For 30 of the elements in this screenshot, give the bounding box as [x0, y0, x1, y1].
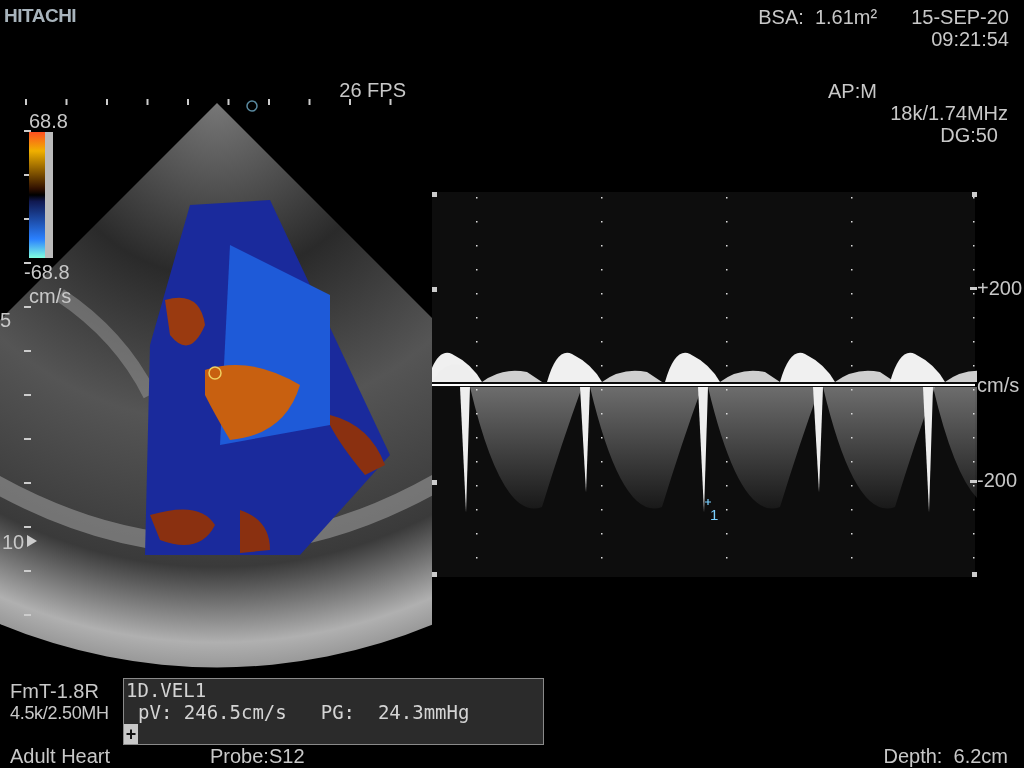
measurement-marker: 1	[710, 506, 719, 523]
brand-logo: HITACHI	[3, 4, 77, 27]
doppler-frequency: 18k/1.74MHz	[890, 102, 1008, 124]
preset-label: FmT-1.8R	[10, 680, 100, 702]
circle-marker-icon	[246, 100, 258, 112]
cross-marker-icon	[704, 498, 712, 506]
velocity-scale-label: -200	[977, 469, 1018, 491]
doppler-mode: AP:M	[828, 80, 877, 102]
scale-max-value: 68.8	[29, 110, 68, 132]
exam-date: 15-SEP-20	[911, 6, 1009, 28]
exam-time: 09:21:54	[931, 28, 1009, 50]
scale-unit: cm/s	[29, 285, 72, 307]
depth-label: Depth: 6.2cm	[883, 745, 1009, 768]
triangle-marker-icon	[27, 535, 37, 547]
velocity-scale-label: +200	[977, 277, 1023, 299]
application-label: Adult Heart	[9, 745, 112, 768]
measurement-value: PG: 24.3mmHg	[320, 701, 470, 723]
frequency-label: 4.5k/2.50MH	[10, 702, 110, 724]
depth-mark: 5	[0, 309, 12, 331]
measurement-value: pV: 246.5cm/s	[138, 701, 287, 723]
circle-marker-icon	[208, 366, 222, 380]
doppler-gain: DG:50	[940, 124, 998, 146]
measurement-title: 1D.VEL1	[125, 679, 208, 701]
cursor-toggle[interactable]: +	[124, 724, 138, 744]
frame-rate: 26 FPS	[339, 79, 406, 101]
bsa-value: BSA: 1.61m²	[758, 6, 878, 30]
scale-min-value: -68.8	[24, 261, 70, 283]
probe-label: Probe:S12	[209, 745, 306, 768]
velocity-scale-label: cm/s	[977, 374, 1020, 396]
depth-mark: 10	[2, 531, 25, 553]
